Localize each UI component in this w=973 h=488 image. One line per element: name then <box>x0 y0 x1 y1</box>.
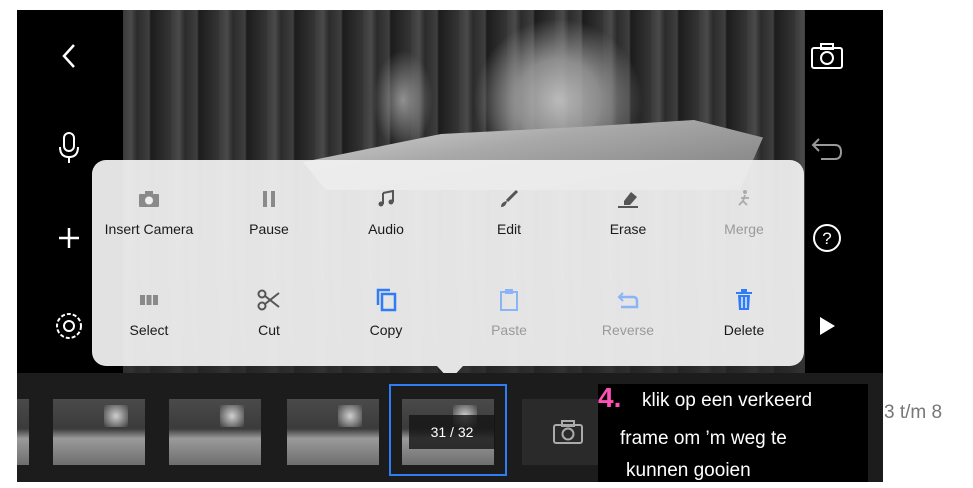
frame-counter: 31 / 32 <box>409 415 495 449</box>
plus-icon[interactable] <box>49 218 89 258</box>
menu-item-label: Reverse <box>601 322 655 338</box>
frame-thumbnail[interactable] <box>287 399 379 465</box>
merge-icon <box>732 187 756 211</box>
menu-item-erase[interactable]: Erase <box>568 187 688 257</box>
scissors-icon <box>257 288 281 312</box>
microphone-icon[interactable] <box>49 128 89 168</box>
menu-item-label: Insert Camera <box>104 221 194 237</box>
preview-plant-small <box>373 50 433 150</box>
undo-icon[interactable] <box>807 128 847 168</box>
camera-icon <box>137 187 161 211</box>
frame-thumbnail[interactable] <box>17 399 29 465</box>
frame-thumbnail[interactable] <box>53 399 145 465</box>
menu-item-pause[interactable]: Pause <box>209 187 329 257</box>
background-caption-fragment: 3 t/m 8 <box>884 402 943 423</box>
music-note-icon <box>374 187 398 211</box>
menu-item-edit[interactable]: Edit <box>449 187 569 257</box>
menu-item-cut[interactable]: Cut <box>209 288 329 358</box>
svg-text:?: ? <box>822 229 831 248</box>
eraser-icon <box>616 187 640 211</box>
frame-thumbnail[interactable] <box>169 399 261 465</box>
annotation-line-1: klik op een verkeerd <box>642 390 813 411</box>
clipboard-icon <box>497 288 521 312</box>
brush-icon <box>497 187 521 211</box>
menu-item-label: Delete <box>723 322 765 338</box>
menu-item-audio[interactable]: Audio <box>326 187 446 257</box>
menu-item-label: Audio <box>368 221 404 237</box>
menu-item-select[interactable]: Select <box>89 288 209 358</box>
annotation-line-2: frame om ’m weg te <box>620 428 787 449</box>
annotation-line-3: kunnen gooien <box>626 460 751 481</box>
copy-icon <box>374 288 398 312</box>
camera-icon[interactable] <box>807 36 847 76</box>
pause-icon <box>257 187 281 211</box>
instruction-annotation: 4. klik op een verkeerd frame om ’m weg … <box>598 382 868 482</box>
menu-item-copy[interactable]: Copy <box>326 288 446 358</box>
menu-item-merge[interactable]: Merge <box>684 187 804 257</box>
menu-item-label: Merge <box>724 221 764 237</box>
menu-item-insert-camera[interactable]: Insert Camera <box>89 187 209 257</box>
back-chevron-icon[interactable] <box>49 36 89 76</box>
menu-item-label: Paste <box>491 322 527 338</box>
settings-gear-icon[interactable] <box>49 306 89 346</box>
help-icon[interactable]: ? <box>807 218 847 258</box>
menu-item-delete[interactable]: Delete <box>684 288 804 358</box>
camera-icon <box>553 420 583 444</box>
trash-icon <box>732 288 756 312</box>
menu-item-label: Edit <box>496 221 522 237</box>
menu-item-paste[interactable]: Paste <box>449 288 569 358</box>
menu-item-label: Erase <box>609 221 647 237</box>
menu-item-reverse[interactable]: Reverse <box>568 288 688 358</box>
menu-item-label: Copy <box>369 322 403 338</box>
reverse-icon <box>616 288 640 312</box>
menu-item-label: Cut <box>258 322 280 338</box>
annotation-step-number: 4. <box>598 382 622 413</box>
select-frames-icon <box>137 288 161 312</box>
play-icon[interactable] <box>807 306 847 346</box>
menu-item-label: Pause <box>249 221 289 237</box>
menu-item-label: Select <box>129 322 169 338</box>
frame-action-menu: Insert Camera Pause Audio Edit Erase Mer… <box>92 160 804 366</box>
